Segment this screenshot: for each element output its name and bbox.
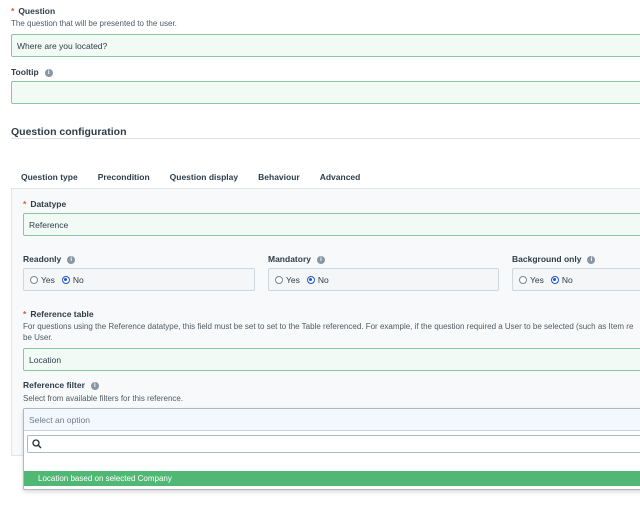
select-placeholder: Select an option: [29, 414, 90, 425]
radio-unchecked-icon: [519, 275, 527, 284]
reference-table-help-text-cont: be User.: [23, 333, 53, 342]
config-tabs: Question type Precondition Question disp…: [11, 166, 370, 190]
tooltip-label: Tooltip i: [11, 67, 53, 77]
filter-search-input[interactable]: [27, 435, 640, 453]
reference-filter-select[interactable]: Select an option: [24, 409, 640, 431]
mandatory-no-option[interactable]: No: [306, 275, 329, 285]
reference-table-select[interactable]: Location: [23, 348, 640, 371]
question-input-value: Where are you located?: [17, 40, 108, 51]
tab-question-type[interactable]: Question type: [11, 166, 88, 190]
info-icon: i: [44, 69, 53, 77]
search-icon: [32, 439, 42, 449]
section-divider: [11, 138, 640, 139]
tab-behaviour[interactable]: Behaviour: [248, 166, 310, 188]
info-icon: i: [587, 256, 596, 264]
reference-table-help-text: For questions using the Reference dataty…: [23, 322, 634, 331]
background-only-label: Background only i: [512, 254, 596, 264]
info-icon: i: [67, 256, 76, 264]
mandatory-yes-option[interactable]: Yes: [275, 275, 300, 285]
background-only-no-option[interactable]: No: [550, 275, 573, 285]
question-input[interactable]: Where are you located?: [11, 34, 640, 57]
tab-advanced[interactable]: Advanced: [310, 166, 371, 188]
radio-checked-icon: [306, 275, 315, 284]
question-label: * Question: [11, 6, 56, 16]
background-only-radio-group: Yes No: [512, 268, 640, 291]
reference-filter-label: Reference filter i: [23, 380, 99, 390]
readonly-no-option[interactable]: No: [61, 275, 84, 285]
required-marker: *: [23, 309, 27, 319]
radio-checked-icon: [61, 275, 70, 284]
question-help-text: The question that will be presented to t…: [11, 19, 177, 28]
tab-question-display[interactable]: Question display: [160, 166, 249, 188]
radio-unchecked-icon: [275, 275, 283, 284]
reference-table-label: * Reference table: [23, 309, 94, 319]
tab-precondition[interactable]: Precondition: [88, 166, 160, 188]
required-marker: *: [23, 199, 27, 209]
radio-unchecked-icon: [30, 275, 38, 284]
required-marker: *: [11, 6, 15, 16]
mandatory-label: Mandatory i: [268, 254, 325, 264]
reference-filter-dropdown: Select an option Location based on selec…: [23, 408, 640, 490]
datatype-select[interactable]: Reference: [23, 213, 640, 236]
reference-filter-help-text: Select from available filters for this r…: [23, 394, 184, 403]
background-only-yes-option[interactable]: Yes: [519, 275, 544, 285]
datatype-value: Reference: [29, 219, 69, 230]
dropdown-option-highlighted[interactable]: Location based on selected Company: [24, 471, 640, 486]
radio-checked-icon: [550, 275, 559, 284]
readonly-yes-option[interactable]: Yes: [30, 275, 55, 285]
reference-table-value: Location: [29, 354, 62, 365]
tooltip-input[interactable]: [11, 81, 640, 104]
info-icon: i: [90, 382, 99, 390]
readonly-label: Readonly i: [23, 254, 76, 264]
info-icon: i: [316, 256, 325, 264]
readonly-radio-group: Yes No: [23, 268, 255, 291]
datatype-label: * Datatype: [23, 199, 67, 209]
mandatory-radio-group: Yes No: [268, 268, 499, 291]
section-heading: Question configuration: [11, 126, 127, 138]
